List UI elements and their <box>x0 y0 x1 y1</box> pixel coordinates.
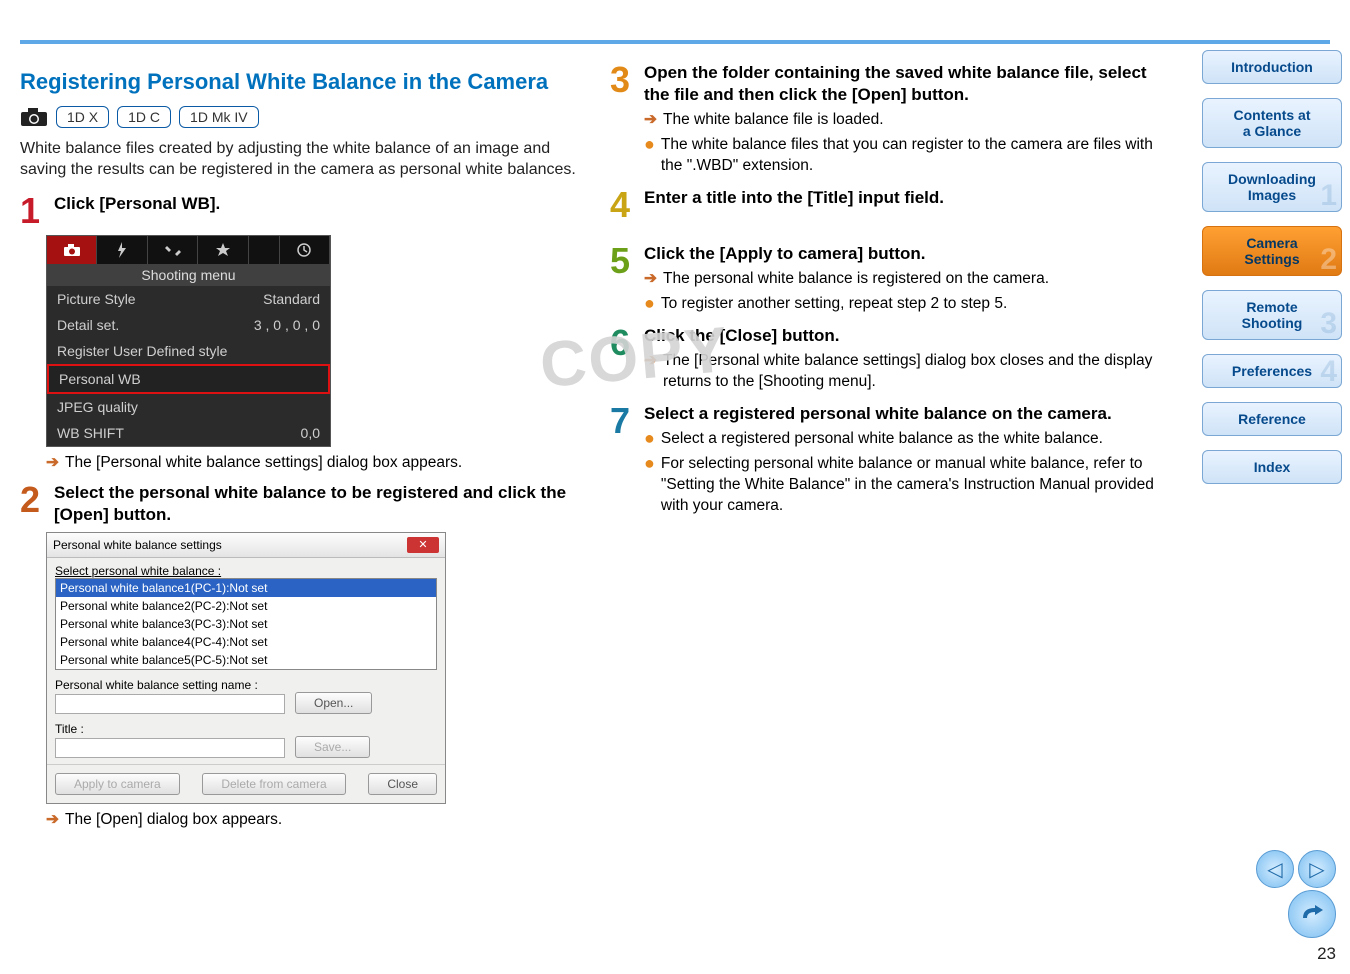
apply-button[interactable]: Apply to camera <box>55 773 180 795</box>
step1-title: Click [Personal WB]. <box>54 193 580 215</box>
step1-sub: The [Personal white balance settings] di… <box>65 453 462 474</box>
back-button[interactable] <box>1288 890 1336 938</box>
bullet-icon: ● <box>644 454 655 517</box>
name-label: Personal white balance setting name : <box>55 678 437 692</box>
arrow-icon: ➔ <box>46 453 59 474</box>
open-button[interactable]: Open... <box>295 692 372 714</box>
list-item[interactable]: Personal white balance2(PC-2):Not set <box>56 597 436 615</box>
step-number-2: 2 <box>20 482 44 526</box>
shooting-menu-panel: Shooting menu Picture StyleStandard Deta… <box>46 235 331 447</box>
pwb-dialog: Personal white balance settings ✕ Select… <box>46 532 446 804</box>
pwb-list[interactable]: Personal white balance1(PC-1):Not set Pe… <box>55 578 437 670</box>
arrow-icon: ➔ <box>644 269 657 290</box>
step-number-1: 1 <box>20 193 44 229</box>
menu-row[interactable]: WB SHIFT0,0 <box>47 420 330 446</box>
step-number-6: 6 <box>610 325 634 395</box>
step5-sub-a: The personal white balance is registered… <box>663 269 1049 290</box>
step-number-5: 5 <box>610 243 634 317</box>
save-button[interactable]: Save... <box>295 736 370 758</box>
list-item[interactable]: Personal white balance1(PC-1):Not set <box>56 579 436 597</box>
close-button[interactable]: Close <box>368 773 437 795</box>
bullet-icon: ● <box>644 135 655 177</box>
camera-compat-tags: 1D X 1D C 1D Mk IV <box>20 106 580 128</box>
step-number-4: 4 <box>610 187 634 223</box>
page-number: 23 <box>1256 944 1336 964</box>
list-item[interactable]: Personal white balance3(PC-3):Not set <box>56 615 436 633</box>
step2-sub: The [Open] dialog box appears. <box>65 810 282 831</box>
step2-title: Select the personal white balance to be … <box>54 482 580 526</box>
step4-title: Enter a title into the [Title] input fie… <box>644 187 1160 209</box>
name-input[interactable] <box>55 694 285 714</box>
section-title: Registering Personal White Balance in th… <box>20 68 580 96</box>
nav-camera-settings[interactable]: CameraSettings2 <box>1202 226 1342 276</box>
menu-row[interactable]: Picture StyleStandard <box>47 286 330 312</box>
menu-subtitle: Shooting menu <box>47 264 330 286</box>
nav-introduction[interactable]: Introduction <box>1202 50 1342 84</box>
nav-downloading-images[interactable]: DownloadingImages1 <box>1202 162 1342 212</box>
step3-title: Open the folder containing the saved whi… <box>644 62 1160 106</box>
menu-tab-flash[interactable] <box>97 236 147 264</box>
dialog-section-label: Select personal white balance : <box>55 564 437 578</box>
camera-icon <box>20 107 48 127</box>
camera-tag: 1D Mk IV <box>179 106 259 128</box>
nav-contents[interactable]: Contents ata Glance <box>1202 98 1342 148</box>
bullet-icon: ● <box>644 429 655 450</box>
list-item[interactable]: Personal white balance5(PC-5):Not set <box>56 651 436 669</box>
step7-sub-a: Select a registered personal white balan… <box>661 429 1103 450</box>
menu-row[interactable]: JPEG quality <box>47 394 330 420</box>
prev-page-button[interactable]: ◁ <box>1256 850 1294 888</box>
step3-sub-a: The white balance file is loaded. <box>663 110 884 131</box>
bullet-icon: ● <box>644 294 655 315</box>
menu-tab-clock[interactable] <box>280 236 330 264</box>
list-item[interactable]: Personal white balance4(PC-4):Not set <box>56 633 436 651</box>
next-page-button[interactable]: ▷ <box>1298 850 1336 888</box>
menu-row[interactable]: Detail set.3 , 0 , 0 , 0 <box>47 312 330 338</box>
menu-tab-star[interactable] <box>198 236 248 264</box>
title-input[interactable] <box>55 738 285 758</box>
step6-sub-a: The [Personal white balance settings] di… <box>663 351 1160 393</box>
step7-sub-b: For selecting personal white balance or … <box>661 454 1160 517</box>
camera-tag: 1D X <box>56 106 109 128</box>
step5-title: Click the [Apply to camera] button. <box>644 243 1160 265</box>
menu-tab-tools[interactable] <box>148 236 198 264</box>
menu-row[interactable]: Register User Defined style <box>47 338 330 364</box>
intro-paragraph: White balance files created by adjusting… <box>20 138 580 181</box>
title-label: Title : <box>55 722 437 736</box>
nav-index[interactable]: Index <box>1202 450 1342 484</box>
arrow-icon: ➔ <box>644 351 657 393</box>
menu-row-personal-wb[interactable]: Personal WB <box>47 364 330 394</box>
step-number-7: 7 <box>610 403 634 519</box>
arrow-icon: ➔ <box>46 810 59 831</box>
delete-button[interactable]: Delete from camera <box>202 773 345 795</box>
menu-tab-camera[interactable] <box>47 236 97 264</box>
nav-reference[interactable]: Reference <box>1202 402 1342 436</box>
step-number-3: 3 <box>610 62 634 179</box>
step7-title: Select a registered personal white balan… <box>644 403 1160 425</box>
dialog-title: Personal white balance settings <box>53 538 222 552</box>
step6-title: Click the [Close] button. <box>644 325 1160 347</box>
nav-remote-shooting[interactable]: RemoteShooting3 <box>1202 290 1342 340</box>
step3-sub-b: The white balance files that you can reg… <box>661 135 1160 177</box>
step5-sub-b: To register another setting, repeat step… <box>661 294 1007 315</box>
close-icon[interactable]: ✕ <box>407 537 439 553</box>
camera-tag: 1D C <box>117 106 171 128</box>
nav-preferences[interactable]: Preferences4 <box>1202 354 1342 388</box>
arrow-icon: ➔ <box>644 110 657 131</box>
